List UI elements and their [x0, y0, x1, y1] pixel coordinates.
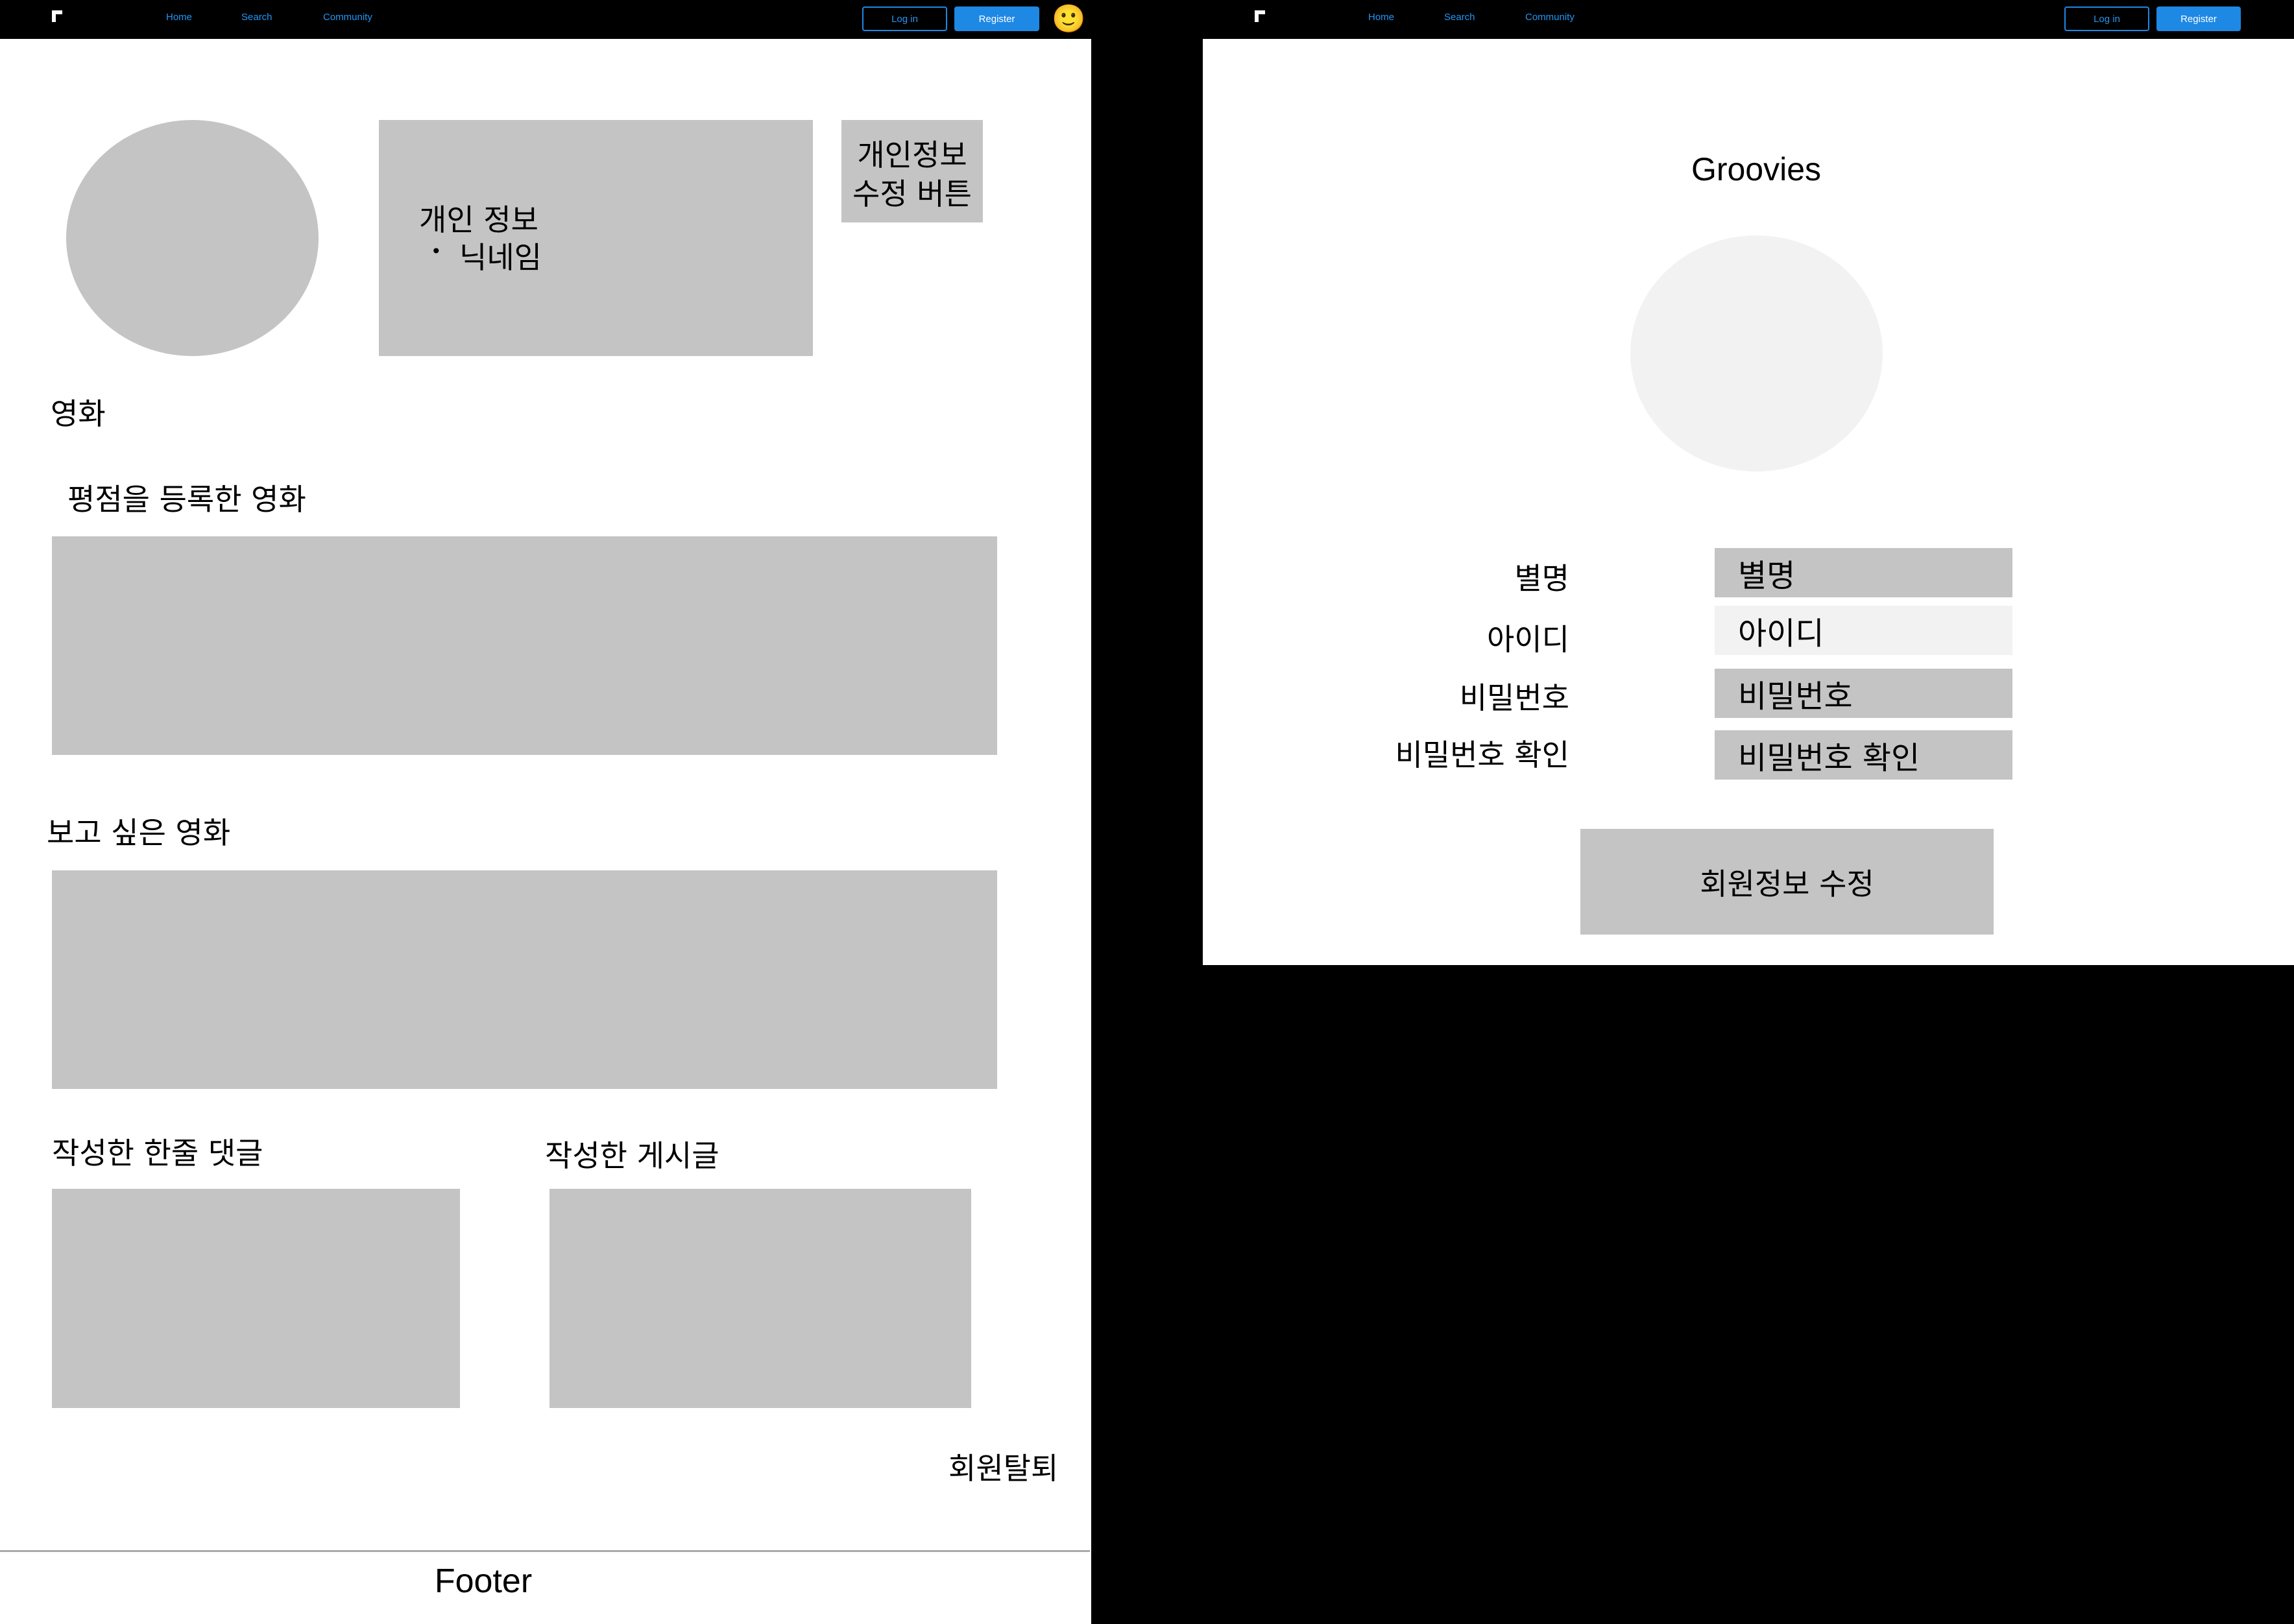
password-label: 비밀번호 — [1459, 680, 1569, 715]
nickname-label: 별명 — [1514, 561, 1569, 596]
footer-divider — [0, 1550, 1090, 1552]
profile-info-bullet: • — [431, 241, 442, 262]
nav-search-link[interactable]: Search — [1444, 12, 1475, 23]
comments-list — [52, 1189, 460, 1408]
logo-icon[interactable] — [1255, 10, 1265, 22]
withdraw-link[interactable]: 회원탈퇴 — [948, 1445, 1058, 1488]
username-label: 아이디 — [1487, 622, 1569, 657]
wishlist-heading: 보고 싶은 영화 — [47, 815, 231, 850]
nav-community-link[interactable]: Community — [323, 12, 372, 23]
brand-title: Groovies — [1691, 151, 1822, 187]
update-member-button[interactable]: 회원정보 수정 — [1580, 829, 1994, 935]
profile-info-title: 개인 정보 — [419, 202, 538, 237]
rated-movies-list — [52, 536, 997, 755]
edit-profile-panel: Groovies 별명 별명 아이디 아이디 비밀번호 비밀번호 비밀번호 확인… — [1203, 39, 2294, 965]
username-input[interactable]: 아이디 — [1715, 606, 2012, 655]
nav-community-link[interactable]: Community — [1525, 12, 1575, 23]
password-confirm-input[interactable]: 비밀번호 확인 — [1715, 730, 2012, 780]
posts-list — [549, 1189, 971, 1408]
edit-profile-button-line1: 개인정보 — [857, 137, 967, 173]
nav-home-link[interactable]: Home — [1368, 12, 1394, 23]
profile-picture — [66, 120, 319, 356]
edit-profile-button[interactable]: 개인정보 수정 버튼 — [841, 120, 983, 222]
right-navbar: Home Search Community Log in Register — [1203, 0, 2294, 39]
comments-heading: 작성한 한줄 댓글 — [52, 1136, 263, 1171]
footer-label: Footer — [434, 1562, 533, 1600]
posts-heading: 작성한 게시글 — [545, 1138, 719, 1173]
password-confirm-input-value: 비밀번호 확인 — [1738, 740, 1920, 776]
username-input-value: 아이디 — [1738, 615, 1824, 652]
profile-picture-upload[interactable] — [1630, 235, 1883, 472]
nav-search-link[interactable]: Search — [241, 12, 272, 23]
nav-home-link[interactable]: Home — [166, 12, 192, 23]
logo-icon[interactable] — [52, 10, 62, 22]
left-navbar: Home Search Community Log in Register 🙂 — [0, 0, 1091, 39]
register-button[interactable]: Register — [954, 6, 1039, 31]
nickname-input-value: 별명 — [1738, 558, 1796, 594]
login-button[interactable]: Log in — [862, 6, 947, 31]
login-button[interactable]: Log in — [2064, 6, 2149, 31]
rated-movies-heading: 평점을 등록한 영화 — [67, 482, 306, 517]
profile-info-nickname: 닉네임 — [459, 240, 542, 275]
edit-profile-button-line2: 수정 버튼 — [852, 176, 972, 211]
password-input[interactable]: 비밀번호 — [1715, 669, 2012, 718]
mypage-panel: 개인 정보 • 닉네임 개인정보 수정 버튼 영화 평점을 등록한 영화 보고 … — [0, 39, 1091, 1624]
register-button[interactable]: Register — [2156, 6, 2241, 31]
user-avatar-icon[interactable]: 🙂 — [1052, 3, 1085, 35]
movies-heading: 영화 — [51, 396, 106, 431]
password-input-value: 비밀번호 — [1738, 678, 1853, 715]
password-confirm-label: 비밀번호 확인 — [1395, 737, 1569, 772]
update-member-button-label: 회원정보 수정 — [1700, 866, 1874, 902]
profile-info-box: 개인 정보 • 닉네임 — [379, 120, 813, 356]
wishlist-movies-list — [52, 870, 997, 1089]
nickname-input[interactable]: 별명 — [1715, 548, 2012, 597]
